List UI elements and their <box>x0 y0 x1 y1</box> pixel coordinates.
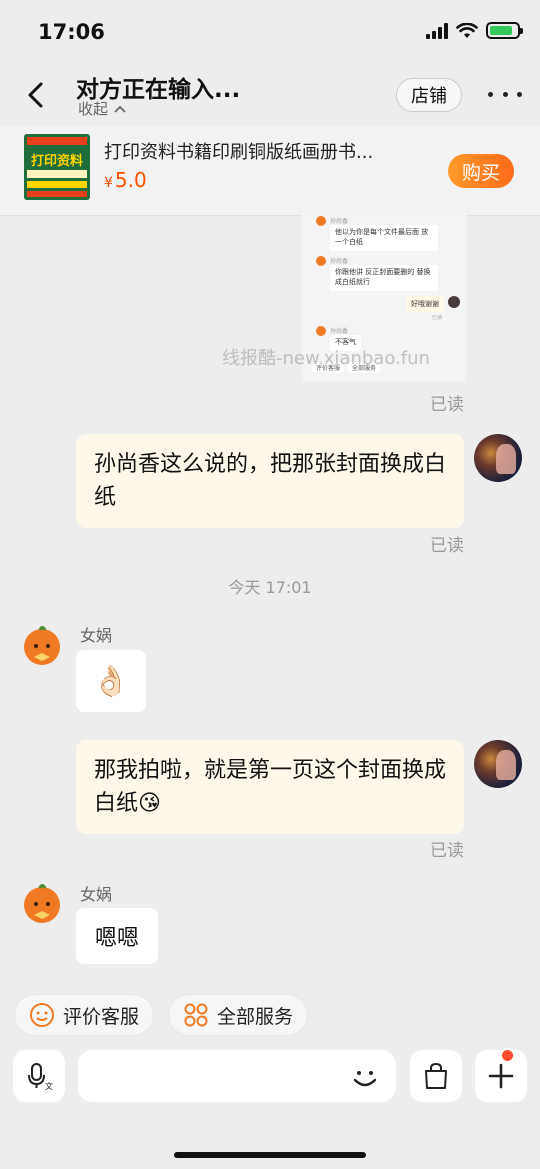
seller-emoji-bubble[interactable]: 👌🏻 <box>76 650 146 712</box>
notification-dot <box>500 1048 515 1063</box>
store-button[interactable]: 店铺 <box>396 78 462 112</box>
mini-seller-avatar <box>316 216 326 226</box>
more-actions-button[interactable] <box>475 1048 527 1102</box>
collapse-label: 收起 <box>78 100 109 118</box>
voice-input-button[interactable]: 文 <box>13 1050 65 1102</box>
microphone-icon: 文 <box>28 1063 53 1091</box>
mini-name: 孙尚香 <box>330 328 349 335</box>
user-message-bubble[interactable]: 那我拍啦，就是第一页这个封面换成白纸😘 <box>76 740 464 834</box>
read-receipt: 已读 <box>430 536 464 556</box>
product-title: 打印资料书籍印刷铜版纸画册书... <box>104 142 374 163</box>
mini-seller-avatar <box>316 256 326 266</box>
product-thumbnail-text: 打印资料 <box>30 154 83 169</box>
status-bar: 17:06 <box>0 0 540 64</box>
time-divider: 今天 17:01 <box>228 578 312 597</box>
mini-user-avatar <box>448 296 460 308</box>
all-services-label: 全部服务 <box>217 1005 294 1028</box>
read-receipt: 已读 <box>430 841 464 861</box>
price-value: 5.0 <box>114 168 147 192</box>
read-receipt: 已读 <box>430 395 464 415</box>
mini-name: 孙尚香 <box>330 218 349 225</box>
more-options-icon[interactable] <box>488 84 522 104</box>
product-thumbnail: 打印资料 <box>24 134 90 200</box>
mini-seller-avatar <box>316 326 326 336</box>
shopping-bag-icon <box>425 1062 447 1089</box>
back-arrow-icon[interactable] <box>22 80 52 110</box>
chat-header: 对方正在输入... 收起 店铺 <box>0 64 540 126</box>
plus-icon <box>488 1063 514 1089</box>
emoji-icon[interactable] <box>348 1060 382 1094</box>
mini-bubble-right: 好哦谢谢 <box>406 296 444 312</box>
status-icons <box>426 22 523 39</box>
seller-avatar[interactable] <box>22 884 62 924</box>
kiss-emoji: 😘 <box>138 791 161 816</box>
user-avatar[interactable] <box>474 740 522 788</box>
all-services-button[interactable]: 全部服务 <box>168 994 309 1036</box>
mini-name: 孙尚香 <box>330 258 349 265</box>
mini-read: 已读 <box>432 315 443 321</box>
seller-name: 女娲 <box>80 885 113 904</box>
shopping-bag-button[interactable] <box>410 1050 462 1102</box>
user-message-bubble[interactable]: 孙尚香这么说的，把那张封面换成白纸 <box>76 434 464 528</box>
rate-service-button[interactable]: 评价客服 <box>14 994 155 1036</box>
battery-icon <box>486 22 523 39</box>
buy-button[interactable]: 购买 <box>448 154 514 188</box>
services-grid-icon <box>184 1003 208 1027</box>
smiley-icon <box>30 1003 54 1027</box>
user-avatar[interactable] <box>474 434 522 482</box>
input-bar: 文 <box>0 1048 540 1169</box>
seller-name: 女娲 <box>80 626 113 645</box>
rate-service-label: 评价客服 <box>63 1005 140 1028</box>
cellular-signal-icon <box>426 22 448 39</box>
seller-message-bubble[interactable]: 嗯嗯 <box>76 908 158 964</box>
chevron-up-icon <box>114 105 126 113</box>
mini-bubble: 他以为你是每个文件最后面 放一个白纸 <box>330 225 438 251</box>
price-currency: ¥ <box>104 175 113 191</box>
product-price: ¥ 5.0 <box>104 168 147 192</box>
product-card[interactable]: 打印资料 打印资料书籍印刷铜版纸画册书... ¥ 5.0 购买 <box>0 126 540 216</box>
mini-bubble: 你跟他讲 反正封面要删的 替换成白纸就行 <box>330 265 438 291</box>
wifi-icon <box>456 22 478 38</box>
collapse-toggle[interactable]: 收起 <box>78 98 126 119</box>
watermark: 线报酷-new.xianbao.fun <box>222 348 430 369</box>
home-indicator <box>174 1152 366 1158</box>
svg-text:文: 文 <box>45 1081 53 1091</box>
seller-avatar[interactable] <box>22 626 62 666</box>
status-time: 17:06 <box>38 20 105 44</box>
